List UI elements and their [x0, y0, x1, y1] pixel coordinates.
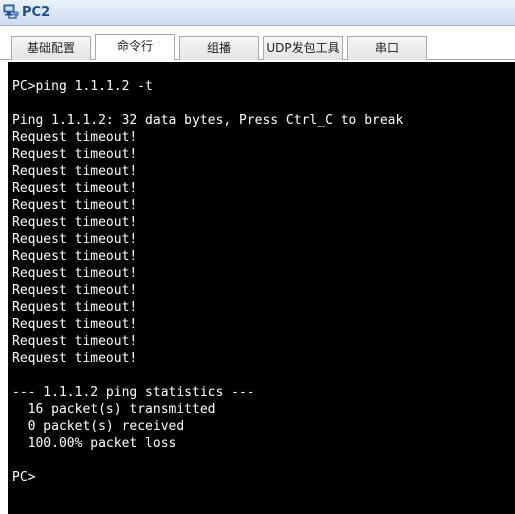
- terminal-line: 16 packet(s) transmitted: [12, 402, 216, 417]
- title-bar: PC2: [0, 0, 515, 26]
- window-title: PC2: [22, 5, 51, 20]
- terminal-line: Ping 1.1.1.2: 32 data bytes, Press Ctrl_…: [12, 113, 404, 128]
- terminal-line: Request timeout!: [12, 232, 138, 247]
- terminal-line: Request timeout!: [12, 334, 138, 349]
- terminal-line: Request timeout!: [12, 300, 138, 315]
- terminal-line: Request timeout!: [12, 198, 138, 213]
- terminal-line: Request timeout!: [12, 249, 138, 264]
- terminal-line: Request timeout!: [12, 351, 138, 366]
- terminal-line: Request timeout!: [12, 266, 138, 281]
- terminal-line: PC>ping 1.1.1.2 -t: [12, 79, 153, 94]
- terminal-line: Request timeout!: [12, 283, 138, 298]
- tab-serial-port[interactable]: 串口: [347, 36, 427, 60]
- terminal-line: Request timeout!: [12, 317, 138, 332]
- terminal-line: Request timeout!: [12, 164, 138, 179]
- pc-network-icon: [3, 4, 19, 19]
- terminal-output: PC>ping 1.1.1.2 -t Ping 1.1.1.2: 32 data …: [8, 62, 515, 486]
- tab-command-line[interactable]: 命令行: [95, 34, 175, 60]
- terminal-line: PC>: [12, 470, 36, 485]
- tab-bar: 基础配置 命令行 组播 UDP发包工具 串口: [0, 26, 515, 62]
- terminal-line: Request timeout!: [12, 181, 138, 196]
- tab-basic-config[interactable]: 基础配置: [11, 36, 91, 60]
- pc2-window: PC2 基础配置 命令行 组播 UDP发包工具 串口 PC>ping 1.1.1…: [0, 0, 515, 514]
- tab-multicast[interactable]: 组播: [179, 36, 259, 60]
- terminal-line: Request timeout!: [12, 130, 138, 145]
- tab-udp-tool[interactable]: UDP发包工具: [263, 36, 343, 60]
- terminal-line: --- 1.1.1.2 ping statistics ---: [12, 385, 255, 400]
- terminal-line: Request timeout!: [12, 215, 138, 230]
- command-line-terminal[interactable]: PC>ping 1.1.1.2 -t Ping 1.1.1.2: 32 data …: [8, 62, 515, 514]
- terminal-line: 0 packet(s) received: [12, 419, 185, 434]
- terminal-line: 100.00% packet loss: [12, 436, 177, 451]
- terminal-line: Request timeout!: [12, 147, 138, 162]
